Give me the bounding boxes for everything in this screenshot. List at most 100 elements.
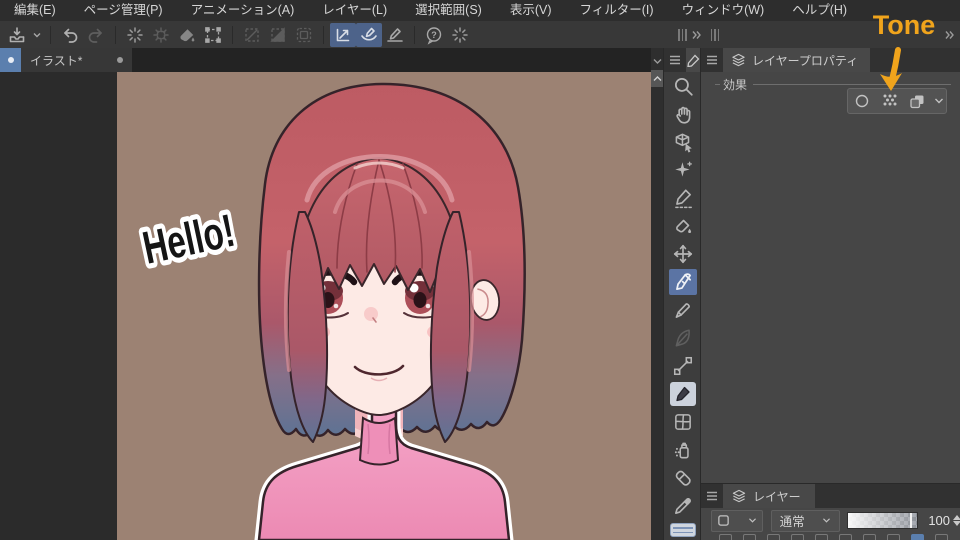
chevron-down-icon — [748, 518, 756, 523]
app-menu-dropdown[interactable] — [30, 23, 44, 47]
chevron-down-icon — [934, 98, 943, 104]
effect-button-group — [847, 88, 947, 114]
layer-property-handle[interactable] — [710, 28, 719, 41]
tool-auto-select[interactable] — [664, 156, 701, 184]
tool-pen[interactable] — [664, 268, 701, 296]
layer-color-button[interactable] — [903, 89, 931, 113]
app-menu-button[interactable] — [4, 23, 30, 47]
snap-to-special-ruler-toggle[interactable] — [356, 22, 382, 47]
layer-action-icon[interactable] — [935, 534, 948, 540]
tool-selection-pen[interactable] — [664, 184, 701, 212]
layer-action-icon[interactable] — [887, 534, 900, 540]
opacity-stepper[interactable] — [953, 515, 960, 526]
menu-view[interactable]: 表示(V) — [496, 0, 566, 21]
border-effect-icon — [855, 94, 869, 108]
update-button[interactable] — [447, 23, 473, 47]
layer-property-menu-button[interactable] — [701, 55, 723, 65]
tool-fill-gradient[interactable] — [664, 212, 701, 240]
tool-palette-collapse[interactable] — [687, 23, 705, 47]
divider — [115, 25, 116, 44]
border-effect-button[interactable] — [848, 89, 876, 113]
scroll-down-button[interactable] — [651, 54, 663, 68]
redo-button[interactable] — [83, 23, 109, 47]
color-swatch-bar[interactable] — [664, 520, 701, 540]
tool-palette-handle[interactable] — [678, 28, 687, 41]
tool-column — [664, 72, 701, 540]
tool-eyedropper[interactable] — [664, 492, 701, 520]
selection-border-button[interactable] — [291, 23, 317, 47]
snap-ruler-icon — [336, 28, 350, 41]
layer-panel-tab-label: レイヤー — [753, 489, 801, 504]
double-chevron-right-icon — [691, 30, 701, 39]
layer-action-icon[interactable] — [791, 534, 804, 540]
tool-marker[interactable] — [664, 296, 701, 324]
menu-layer[interactable]: レイヤー(L) — [308, 0, 401, 21]
canvas-scrollbar[interactable] — [651, 48, 663, 540]
dot-icon — [7, 57, 14, 63]
palette-color-dropdown[interactable] — [711, 509, 763, 532]
menu-help[interactable]: ヘルプ(H) — [778, 0, 861, 21]
blend-mode-value: 通常 — [779, 515, 805, 529]
menu-page-manage[interactable]: ページ管理(P) — [70, 0, 177, 21]
opacity-slider[interactable] — [847, 512, 919, 529]
layer-action-icon[interactable] — [815, 534, 828, 540]
deselect-button[interactable] — [239, 23, 265, 47]
burst-icon — [127, 26, 143, 43]
invert-selection-button[interactable] — [265, 23, 291, 47]
tone-effect-button[interactable] — [876, 89, 904, 113]
undo-icon — [64, 28, 78, 43]
ask-question-button[interactable]: ? — [421, 23, 447, 47]
tool-operation[interactable] — [664, 128, 701, 156]
snap-grid-icon — [387, 27, 403, 42]
blend-mode-dropdown[interactable]: 通常 — [770, 509, 841, 532]
snap-to-ruler-toggle[interactable] — [330, 22, 356, 47]
tool-move-layer[interactable] — [664, 240, 701, 268]
document-tab[interactable]: イラスト* — [0, 48, 132, 72]
tool-palette-tab[interactable] — [686, 48, 701, 72]
tool-zoom[interactable] — [664, 72, 701, 100]
tool-frame-border[interactable] — [664, 408, 701, 436]
effect-dropdown[interactable] — [931, 89, 946, 113]
tool-airbrush[interactable] — [664, 436, 701, 464]
tab-indicator[interactable] — [0, 48, 21, 72]
opacity-slider-marker — [910, 513, 913, 528]
layer-action-icon[interactable] — [839, 534, 852, 540]
clear-outside-selection-button[interactable] — [148, 23, 174, 47]
layer-action-icon[interactable] — [719, 534, 732, 540]
layer-action-icon-active[interactable] — [911, 534, 924, 540]
layer-property-tab[interactable]: レイヤープロパティ — [723, 48, 871, 72]
fill-button[interactable] — [174, 23, 200, 47]
tool-pencil[interactable] — [664, 324, 701, 352]
menu-filter[interactable]: フィルター(I) — [566, 0, 668, 21]
tool-eraser[interactable] — [664, 464, 701, 492]
tool-brush[interactable] — [664, 380, 701, 408]
tool-figure[interactable] — [664, 352, 701, 380]
menu-animation[interactable]: アニメーション(A) — [177, 0, 309, 21]
svg-text:?: ? — [431, 29, 437, 39]
snap-to-grid-toggle[interactable] — [382, 23, 408, 47]
menu-window[interactable]: ウィンドウ(W) — [668, 0, 779, 21]
tool-palette-header — [664, 48, 701, 72]
undo-button[interactable] — [57, 23, 83, 47]
layer-panel-tab[interactable]: レイヤー — [723, 484, 815, 508]
canvas[interactable]: Hello! — [117, 72, 651, 540]
layer-toolbar-clipped — [701, 534, 960, 540]
deselect-icon — [245, 27, 259, 42]
menu-selection[interactable]: 選択範囲(S) — [401, 0, 496, 21]
clear-button[interactable] — [122, 23, 148, 47]
layer-property-body: 効果 — [701, 72, 960, 483]
layer-panel-header: レイヤー — [701, 484, 960, 508]
layer-controls: 通常 100 — [701, 507, 960, 534]
right-dock-collapse[interactable] — [940, 23, 958, 47]
layer-panel-menu-button[interactable] — [701, 491, 723, 501]
layer-panel: レイヤー 通常 100 — [701, 483, 960, 540]
menu-edit[interactable]: 編集(E) — [0, 0, 70, 21]
scale-rotate-button[interactable] — [200, 23, 226, 47]
tool-hand[interactable] — [664, 100, 701, 128]
tool-palette-menu-button[interactable] — [664, 55, 686, 65]
layer-property-header: レイヤープロパティ — [701, 48, 960, 72]
layer-action-icon[interactable] — [743, 534, 756, 540]
scroll-up-button[interactable] — [651, 70, 663, 87]
layer-action-icon[interactable] — [767, 534, 780, 540]
layer-action-icon[interactable] — [863, 534, 876, 540]
